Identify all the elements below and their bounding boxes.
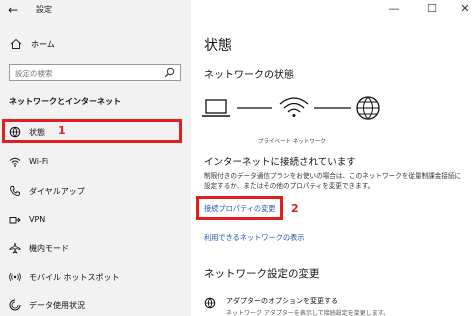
sidebar-item-data-usage[interactable]: データ使用状況	[0, 295, 191, 315]
vpn-icon	[9, 217, 21, 224]
network-diagram	[202, 96, 380, 120]
wifi-signal-icon	[279, 97, 309, 117]
highlight-box-status	[2, 119, 182, 143]
highlight-box-change-properties	[196, 196, 283, 220]
network-status-title: ネットワークの状態	[204, 70, 294, 81]
network-caption: プライベート ネットワーク	[258, 139, 326, 145]
home-item[interactable]: ホーム	[0, 36, 191, 54]
back-button[interactable]: ←	[8, 3, 22, 17]
sidebar-item-dialup[interactable]: ダイヤルアップ	[0, 181, 191, 201]
sidebar-item-vpn[interactable]: VPN	[0, 210, 191, 230]
sidebar-item-label: VPN	[29, 215, 46, 224]
maximize-button[interactable]: ☐	[424, 2, 440, 16]
change-adapter-options-link[interactable]: アダプターのオプションを変更する	[226, 296, 338, 306]
laptop-icon	[202, 99, 230, 117]
sidebar-item-label: データ使用状況	[29, 301, 85, 310]
search-input[interactable]: 設定の検索	[9, 64, 181, 81]
airplane-icon	[9, 242, 21, 254]
page-title: 状態	[204, 38, 232, 54]
adapter-options-icon	[204, 297, 216, 309]
callout-number-1: 1	[58, 124, 66, 137]
sidebar-item-label: ダイヤルアップ	[29, 187, 85, 196]
network-settings-title: ネットワーク設定の変更	[204, 268, 320, 280]
search-placeholder: 設定の検索	[15, 69, 53, 78]
globe-icon	[356, 96, 380, 120]
sidebar-item-label: 機内モード	[29, 244, 69, 253]
title-bar: ← 設定	[0, 0, 191, 20]
hotspot-icon	[9, 272, 21, 282]
close-button[interactable]: ✕	[457, 2, 473, 16]
sidebar-item-label: モバイル ホットスポット	[29, 273, 120, 282]
adapter-options-description: ネットワーク アダプターを表示して接続設定を変更します。	[226, 310, 390, 316]
wifi-icon	[9, 157, 21, 167]
callout-number-2: 2	[291, 202, 299, 215]
home-label: ホーム	[31, 40, 55, 49]
sidebar-item-airplane[interactable]: 機内モード	[0, 238, 191, 258]
search-icon[interactable]	[164, 67, 175, 78]
sidebar: ← 設定 ホーム 設定の検索 ネットワークとインターネット 状態 Wi-Fi ダ…	[0, 0, 191, 316]
phone-icon	[10, 186, 20, 196]
minimize-button[interactable]: —	[386, 2, 402, 16]
sidebar-item-label: Wi-Fi	[29, 157, 49, 166]
connected-heading: インターネットに接続されています	[204, 157, 356, 168]
sidebar-item-hotspot[interactable]: モバイル ホットスポット	[0, 267, 191, 287]
data-usage-icon	[9, 299, 21, 311]
home-icon	[10, 38, 22, 49]
app-title: 設定	[36, 5, 52, 14]
section-title: ネットワークとインターネット	[9, 97, 121, 106]
sidebar-item-wifi[interactable]: Wi-Fi	[0, 152, 191, 172]
connected-description: 制限付きのデータ通信プランをお使いの場合は、このネットワークを従量制課金接続に設…	[204, 172, 462, 190]
show-available-networks-link[interactable]: 利用できるネットワークの表示	[204, 233, 304, 243]
